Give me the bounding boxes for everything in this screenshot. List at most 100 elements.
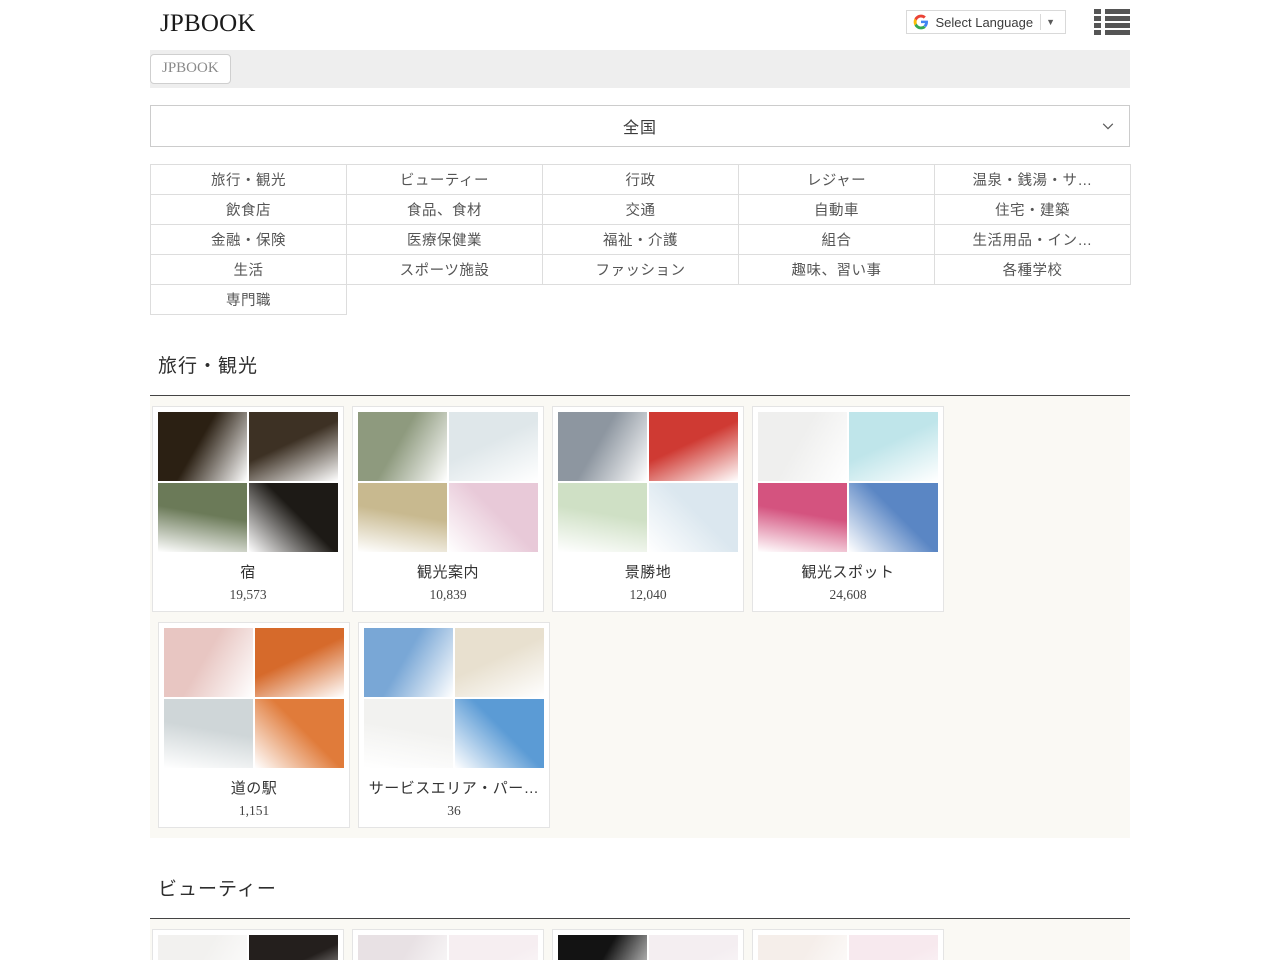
category-cell[interactable]: 住宅・建築 [934,194,1131,225]
thumbnail-tile [158,935,247,960]
list-menu-row [1094,16,1130,21]
table-row: 金融・保険 医療保健業 福祉・介護 組合 生活用品・イン… [150,224,1131,255]
category-cell-empty [935,285,1131,315]
card-thumbnail [164,628,344,768]
thumbnail-tile [449,483,538,552]
page-root: JPBOOK Select Language ▼ JPBOOK 全国 旅行・観光… [0,0,1280,960]
thumbnail-tile [449,412,538,481]
card-thumbnail [358,412,538,552]
section-beauty: ビューティー [150,838,1130,960]
card-count: 19,573 [229,587,267,602]
translate-caret-icon[interactable]: ▼ [1041,17,1059,27]
thumbnail-tile [649,935,738,960]
category-cell[interactable]: 専門職 [150,284,347,315]
card-thumbnail [358,935,538,960]
category-cell[interactable]: ビューティー [346,164,543,195]
translate-label: Select Language [935,14,1034,30]
google-logo-icon [914,14,929,30]
chevron-down-icon [1102,123,1114,130]
category-card[interactable]: サービスエリア・パー… 36 [358,622,550,828]
thumbnail-tile [164,628,253,697]
thumbnail-tile [358,483,447,552]
card-title: 景勝地 [624,564,672,581]
card-count: 12,040 [629,587,667,602]
category-card[interactable]: 観光スポット 24,608 [752,406,944,612]
card-count: 10,839 [429,587,467,602]
region-select-value: 全国 [622,120,657,137]
thumbnail-tile [249,483,338,552]
card-title: サービスエリア・パー… [368,780,540,797]
category-card[interactable]: 道の駅 1,151 [158,622,350,828]
thumbnail-tile [164,699,253,768]
card-title: 観光スポット [801,564,895,581]
thumbnail-tile [249,935,338,960]
thumbnail-tile [255,628,344,697]
google-translate-widget[interactable]: Select Language ▼ [906,10,1066,34]
category-cell[interactable]: 生活用品・イン… [934,224,1131,255]
card-title: 観光案内 [416,564,479,581]
category-cell[interactable]: スポーツ施設 [346,254,543,285]
section-title: 旅行・観光 [150,315,1130,396]
category-card[interactable] [752,929,944,960]
category-cell[interactable]: レジャー [738,164,935,195]
thumbnail-tile [249,412,338,481]
category-cell[interactable]: 飲食店 [150,194,347,225]
breadcrumb: JPBOOK [150,50,1130,88]
category-cell[interactable]: ファッション [542,254,739,285]
card-grid: 宿 19,573 観光案内 10,839 景勝地 12,040 観光スポット 24,608 道の… [150,396,1130,838]
thumbnail-tile [758,412,847,481]
category-cell[interactable]: 旅行・観光 [150,164,347,195]
thumbnail-tile [758,483,847,552]
card-thumbnail [758,412,938,552]
category-cell[interactable]: 自動車 [738,194,935,225]
thumbnail-tile [364,628,453,697]
thumbnail-tile [558,483,647,552]
category-cell[interactable]: 温泉・銭湯・サ… [934,164,1131,195]
thumbnail-tile [358,412,447,481]
thumbnail-tile [649,483,738,552]
thumbnail-tile [558,935,647,960]
list-menu-icon[interactable] [1094,7,1130,37]
category-cell-empty [739,285,935,315]
card-thumbnail [558,935,738,960]
thumbnail-tile [255,699,344,768]
category-card[interactable] [152,929,344,960]
category-cell[interactable]: 生活 [150,254,347,285]
category-cell[interactable]: 趣味、習い事 [738,254,935,285]
table-row: 専門職 [150,284,1131,315]
category-cell[interactable]: 交通 [542,194,739,225]
thumbnail-tile [158,412,247,481]
thumbnail-tile [558,412,647,481]
category-card[interactable]: 景勝地 12,040 [552,406,744,612]
category-cell[interactable]: 福祉・介護 [542,224,739,255]
category-cell[interactable]: 医療保健業 [346,224,543,255]
category-cell[interactable]: 各種学校 [934,254,1131,285]
list-menu-row [1094,23,1130,28]
category-card[interactable] [352,929,544,960]
thumbnail-tile [849,483,938,552]
region-select[interactable]: 全国 [150,105,1130,147]
list-menu-row [1094,9,1130,14]
table-row: 飲食店 食品、食材 交通 自動車 住宅・建築 [150,194,1131,225]
region-select-wrap: 全国 [150,105,1130,147]
thumbnail-tile [158,483,247,552]
category-cell[interactable]: 組合 [738,224,935,255]
card-thumbnail [158,935,338,960]
table-row: 生活 スポーツ施設 ファッション 趣味、習い事 各種学校 [150,254,1131,285]
category-cell[interactable]: 金融・保険 [150,224,347,255]
card-grid [150,919,1130,960]
thumbnail-tile [455,628,544,697]
card-thumbnail [558,412,738,552]
category-card[interactable] [552,929,744,960]
card-thumbnail [758,935,938,960]
category-cell[interactable]: 行政 [542,164,739,195]
thumbnail-tile [358,935,447,960]
breadcrumb-item-jpbook[interactable]: JPBOOK [150,54,231,84]
card-title: 宿 [240,564,256,581]
category-card[interactable]: 観光案内 10,839 [352,406,544,612]
header-right-group: Select Language ▼ [906,7,1130,37]
category-cell[interactable]: 食品、食材 [346,194,543,225]
category-card[interactable]: 宿 19,573 [152,406,344,612]
thumbnail-tile [649,412,738,481]
site-brand[interactable]: JPBOOK [160,7,256,36]
